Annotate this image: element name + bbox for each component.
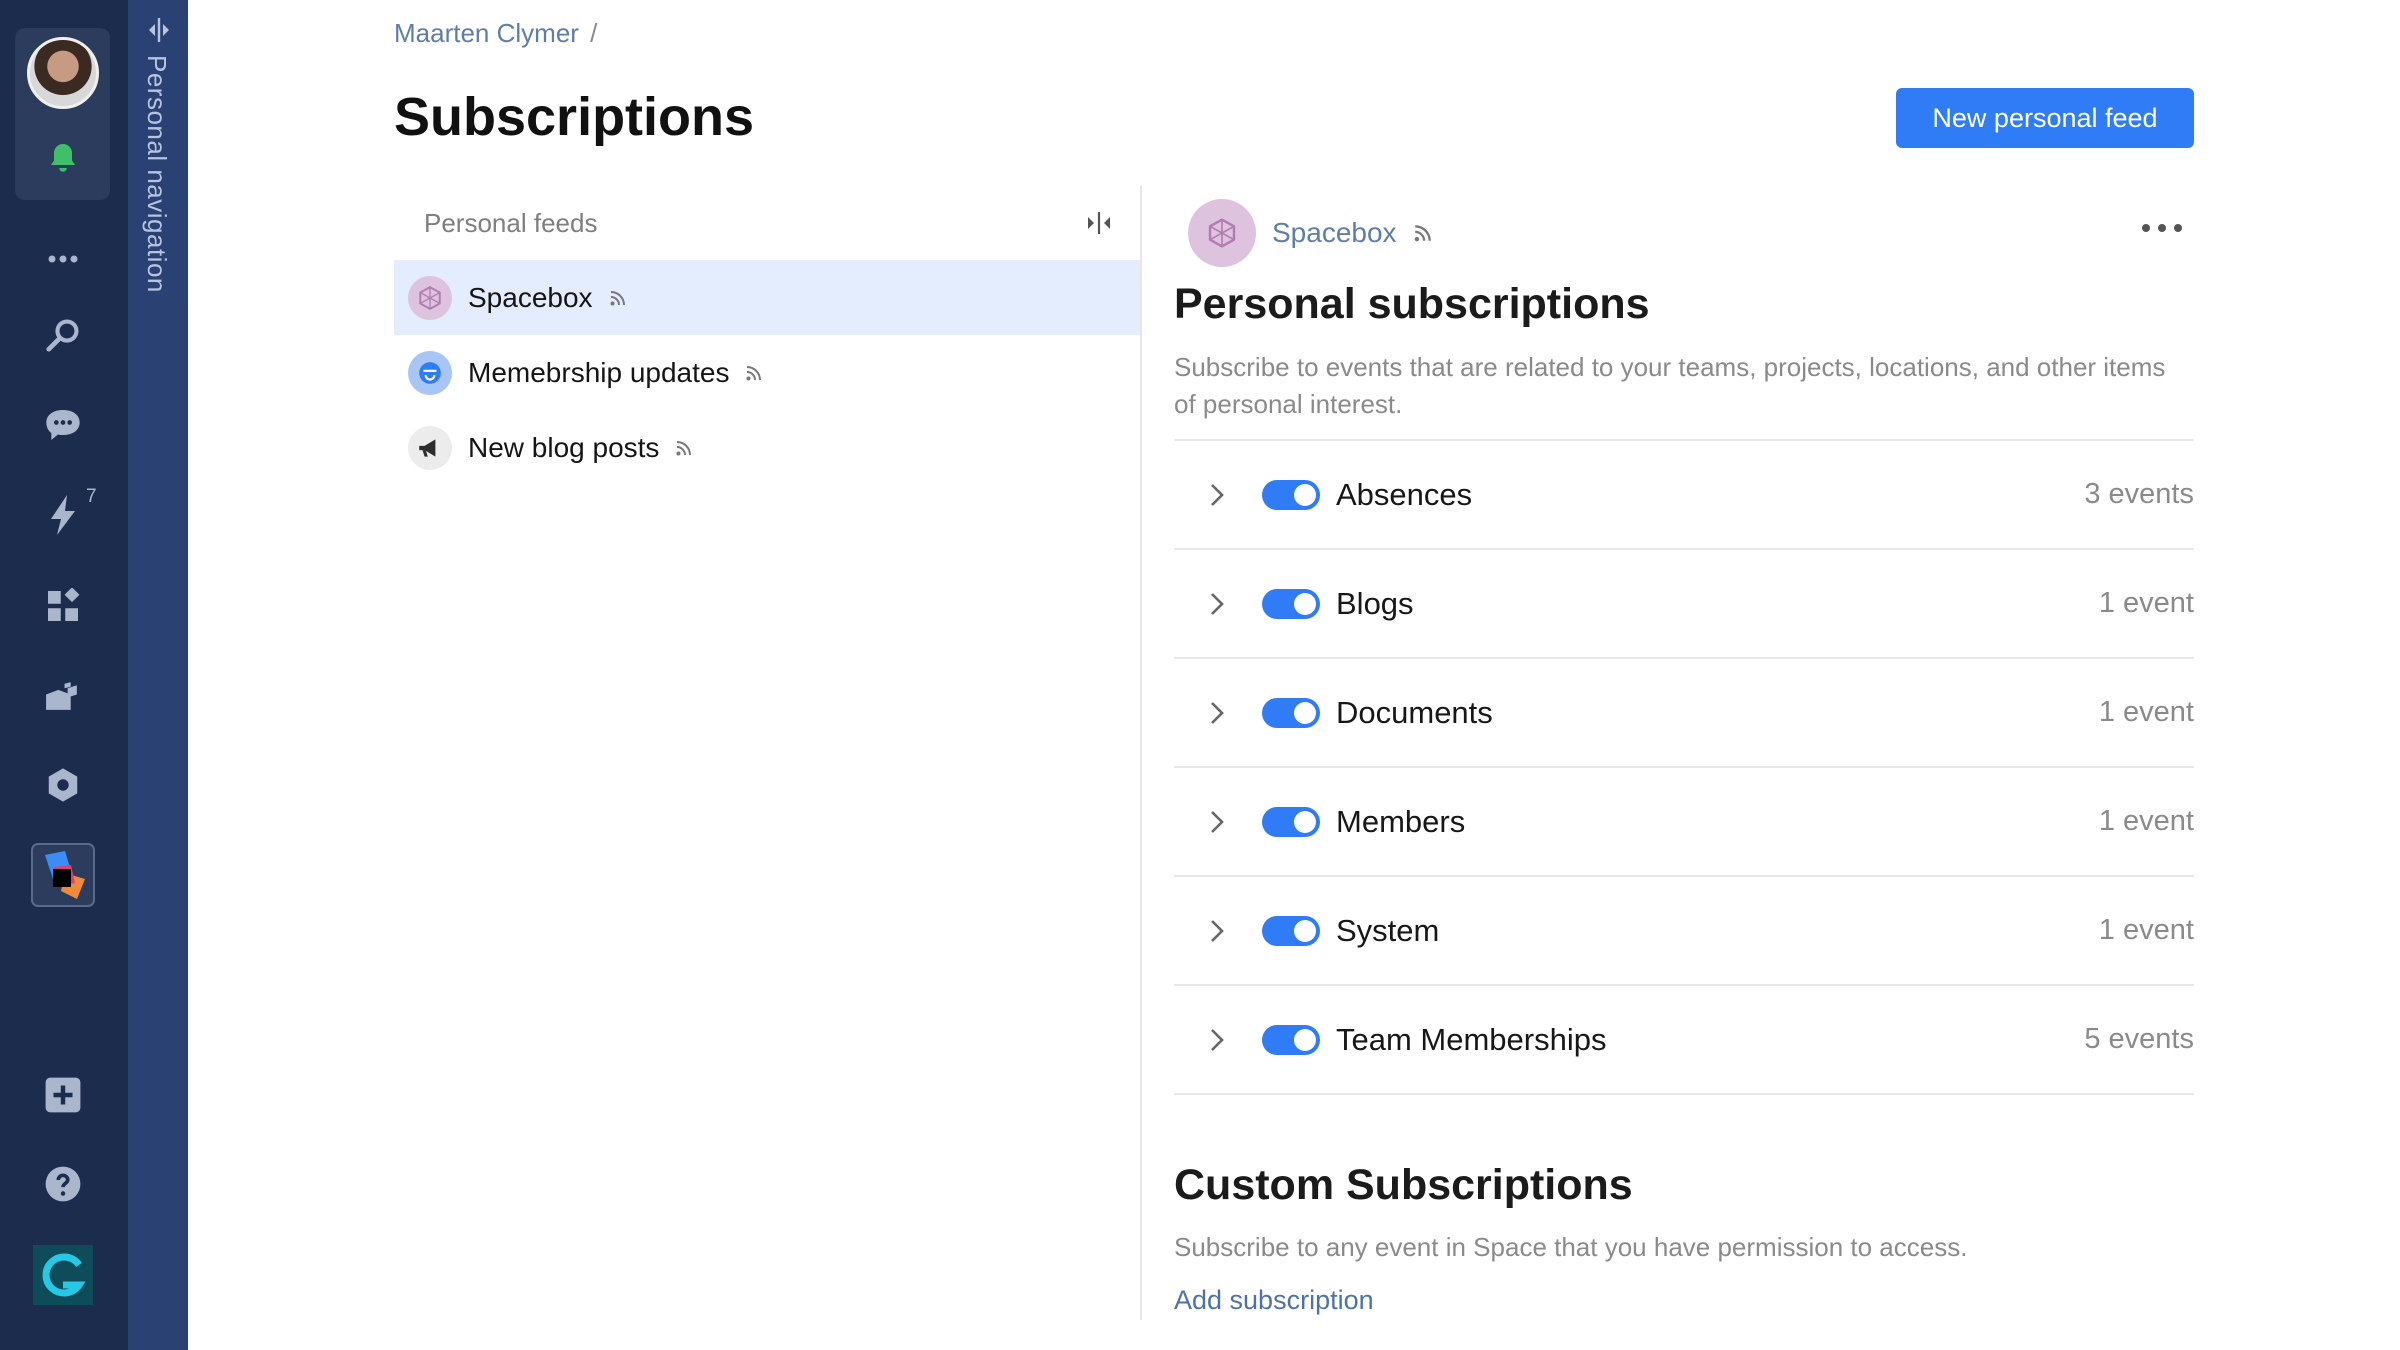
- subscription-label: Members: [1336, 803, 1466, 839]
- subscription-count: 3 events: [2084, 478, 2194, 510]
- more-icon: [48, 255, 77, 263]
- personal-feeds-panel: Personal feeds Spacebox Memebrship updat…: [394, 186, 1142, 1320]
- add-subscription-link[interactable]: Add subscription: [1174, 1285, 1374, 1316]
- personal-subscriptions-title: Personal subscriptions: [1174, 280, 1650, 328]
- search-button[interactable]: [15, 294, 110, 376]
- chevron-right-icon[interactable]: [1206, 1027, 1228, 1053]
- subscription-label: Blogs: [1336, 585, 1414, 621]
- subscription-row-system: System 1 event: [1174, 877, 2194, 986]
- avatar: [26, 37, 99, 109]
- subscription-label: System: [1336, 912, 1440, 948]
- teams-button[interactable]: [15, 655, 110, 737]
- create-button[interactable]: [15, 1054, 110, 1136]
- feed-item-membership-updates[interactable]: Memebrship updates: [394, 335, 1140, 410]
- new-personal-feed-button[interactable]: New personal feed: [1896, 88, 2194, 148]
- feed-item-label: Spacebox: [468, 281, 593, 313]
- feed-item-label: Memebrship updates: [468, 356, 730, 388]
- subscription-row-blogs: Blogs 1 event: [1174, 550, 2194, 659]
- subscription-count: 1 event: [2098, 805, 2194, 837]
- collapse-panel-icon[interactable]: [1082, 209, 1116, 237]
- spacebox-icon: [408, 275, 452, 320]
- subscription-label: Absences: [1336, 476, 1473, 512]
- space-logo-button[interactable]: [15, 1234, 110, 1316]
- membership-icon: [408, 350, 452, 395]
- subscription-toggle[interactable]: [1262, 697, 1320, 728]
- more-button[interactable]: [15, 218, 110, 300]
- feed-item-label: New blog posts: [468, 431, 660, 463]
- breadcrumb-separator: /: [590, 18, 598, 48]
- subscription-toggle[interactable]: [1262, 1024, 1320, 1055]
- space-logo-icon: [32, 1245, 93, 1305]
- custom-subscriptions-title: Custom Subscriptions: [1174, 1161, 1633, 1209]
- settings-icon: [48, 768, 77, 802]
- search-icon: [45, 319, 79, 352]
- help-icon: [45, 1166, 80, 1202]
- spacebox-icon: [1188, 199, 1256, 267]
- jetbrains-icon: [30, 843, 95, 907]
- activity-badge: 7: [86, 486, 97, 507]
- breadcrumb: Maarten Clymer /: [394, 18, 597, 49]
- feeds-header-label: Personal feeds: [424, 207, 598, 238]
- chevron-right-icon[interactable]: [1206, 809, 1228, 835]
- dot: [2174, 224, 2182, 232]
- personal-subscriptions-description: Subscribe to events that are related to …: [1174, 352, 2166, 419]
- rss-icon: [746, 365, 762, 380]
- subscription-label: Documents: [1336, 694, 1493, 730]
- breadcrumb-owner-link[interactable]: Maarten Clymer: [394, 18, 579, 48]
- notifications-button[interactable]: [15, 118, 110, 200]
- subscription-count: 1 event: [2098, 696, 2194, 728]
- plus-icon: [45, 1077, 80, 1113]
- subscription-list: Absences 3 events Blogs 1 event Document…: [1174, 439, 2194, 1095]
- lightning-icon: [50, 495, 75, 535]
- chevron-right-icon[interactable]: [1206, 591, 1228, 617]
- help-button[interactable]: [15, 1143, 110, 1225]
- chats-button[interactable]: [15, 384, 110, 466]
- profile-button[interactable]: [15, 28, 110, 118]
- subscription-count: 1 event: [2098, 914, 2194, 946]
- team-icon: [45, 682, 77, 710]
- rss-icon: [676, 440, 692, 455]
- subscription-count: 5 events: [2084, 1023, 2194, 1055]
- subscription-label: Team Memberships: [1336, 1021, 1607, 1057]
- chevron-right-icon[interactable]: [1206, 482, 1228, 508]
- subscription-row-documents: Documents 1 event: [1174, 659, 2194, 768]
- personal-navigation-label[interactable]: Personal navigation: [141, 55, 172, 293]
- feed-item-new-blog-posts[interactable]: New blog posts: [394, 410, 1140, 485]
- chat-icon: [45, 410, 80, 440]
- page-title: Subscriptions: [394, 87, 755, 147]
- feeds-header: Personal feeds: [394, 186, 1140, 260]
- apps-icon: [47, 588, 79, 621]
- subscription-toggle[interactable]: [1262, 588, 1320, 619]
- chevron-right-icon[interactable]: [1206, 918, 1228, 944]
- subscription-toggle[interactable]: [1262, 806, 1320, 837]
- settings-button[interactable]: [15, 744, 110, 826]
- feed-item-spacebox[interactable]: Spacebox: [394, 260, 1140, 335]
- subscription-toggle[interactable]: [1262, 915, 1320, 946]
- expand-panel-icon[interactable]: [144, 16, 174, 44]
- chevron-right-icon[interactable]: [1206, 700, 1228, 726]
- subscription-row-team-memberships: Team Memberships 5 events: [1174, 986, 2194, 1095]
- subscription-row-members: Members 1 event: [1174, 768, 2194, 877]
- subscription-row-absences: Absences 3 events: [1174, 441, 2194, 550]
- megaphone-icon: [408, 425, 452, 470]
- dot: [2142, 224, 2150, 232]
- subscription-count: 1 event: [2098, 587, 2194, 619]
- apps-button[interactable]: [15, 565, 110, 647]
- feed-detail-header: Spacebox: [1174, 186, 2194, 280]
- dot: [2158, 224, 2166, 232]
- rss-icon: [1414, 225, 1431, 242]
- subscription-toggle[interactable]: [1262, 479, 1320, 510]
- bell-icon: [50, 144, 75, 172]
- more-options-button[interactable]: [2142, 216, 2182, 240]
- custom-subscriptions-description: Subscribe to any event in Space that you…: [1174, 1232, 1968, 1262]
- left-rail: 7: [0, 0, 128, 1350]
- rss-icon: [610, 290, 625, 305]
- jetbrains-button[interactable]: [15, 834, 110, 916]
- feed-detail-panel: Spacebox Personal subscriptions Subscrib…: [1174, 186, 2194, 1316]
- feed-name: Spacebox: [1272, 217, 1397, 248]
